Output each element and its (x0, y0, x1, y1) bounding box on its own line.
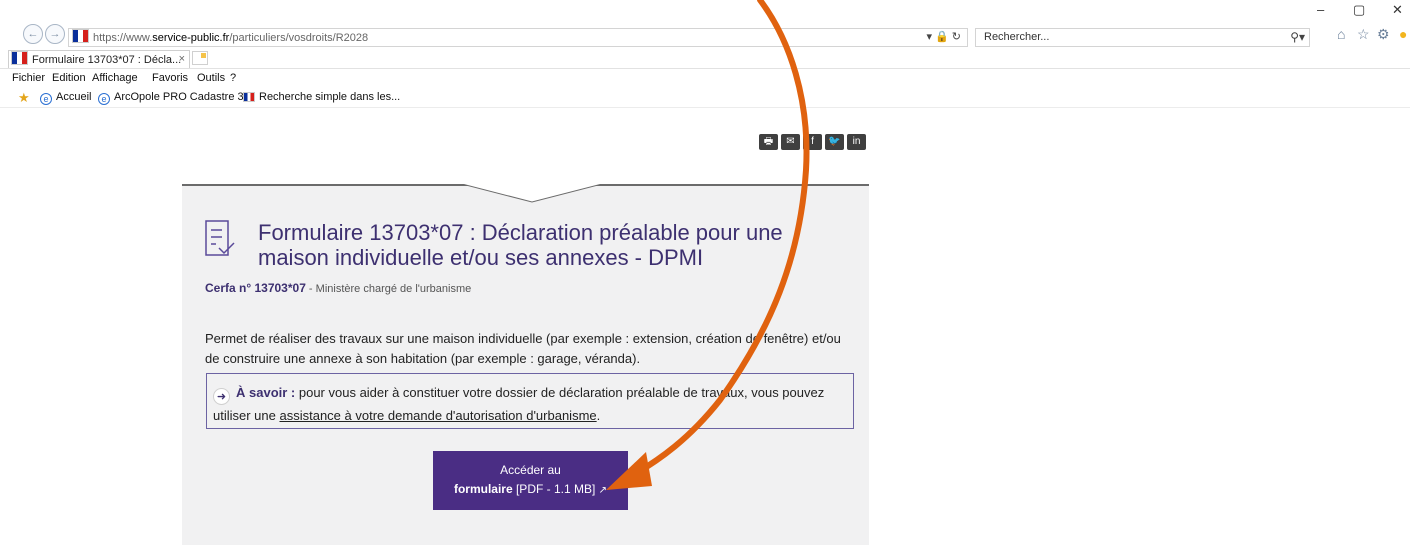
ministry-label: Ministère chargé de l'urbanisme (315, 283, 472, 295)
menu-favoris[interactable]: Favoris (152, 72, 188, 84)
menu-affichage[interactable]: Affichage (92, 72, 138, 84)
info-box: ➜ À savoir : pour vous aider à constituer… (206, 373, 854, 429)
info-box-label: À savoir : (236, 385, 296, 400)
info-box-end: . (596, 408, 601, 423)
menu-help[interactable]: ? (230, 72, 236, 84)
ie-page-icon: e (40, 93, 52, 105)
fav-item-arcopole[interactable]: e ArcOpole PRO Cadastre 3.3 (98, 91, 253, 105)
site-favicon-icon (72, 29, 89, 43)
tab-bar: Formulaire 13703*07 : Décla... × (0, 48, 1410, 69)
facebook-icon[interactable]: f (803, 134, 822, 150)
email-icon[interactable]: ✉ (781, 134, 800, 150)
home-icon[interactable]: ⌂ (1337, 26, 1345, 42)
menu-outils[interactable]: Outils (197, 72, 225, 84)
maximize-button[interactable]: ▢ (1353, 2, 1365, 18)
url-path: /particuliers/vosdroits/R2028 (229, 32, 369, 44)
cta-meta: [PDF - 1.1 MB] (512, 482, 599, 496)
minimize-button[interactable]: – (1317, 2, 1324, 17)
url-domain: service-public.fr (152, 32, 230, 44)
cerfa-separator: - (305, 283, 316, 295)
tab-close-icon[interactable]: × (179, 51, 185, 68)
browser-toolbar: – ▢ ✕ ← → https://www.service-public.fr/… (0, 0, 1410, 47)
menu-bar: Fichier Edition Affichage Favoris Outils… (0, 69, 1410, 87)
menu-edition[interactable]: Edition (52, 72, 86, 84)
twitter-icon[interactable]: 🐦 (825, 134, 844, 150)
cerfa-number: Cerfa n° 13703*07 (205, 281, 306, 295)
search-icon[interactable]: ⚲▾ (1290, 29, 1305, 46)
tab-favicon-icon (11, 51, 28, 65)
cerfa-line: Cerfa n° 13703*07 - Ministère chargé de … (205, 281, 471, 295)
search-placeholder: Rechercher... (984, 31, 1050, 43)
tab-title: Formulaire 13703*07 : Décla... (32, 54, 182, 66)
external-link-icon: ↗ (598, 485, 608, 496)
fav-label: Recherche simple dans les... (259, 91, 401, 103)
print-icon[interactable]: 🖶 (759, 134, 778, 150)
form-description: Permet de réaliser des travaux sur une m… (205, 331, 841, 366)
favorites-bar: ★ e Accueil e ArcOpole PRO Cadastre 3.3 Re… (0, 87, 1410, 108)
fav-item-recherche[interactable]: Recherche simple dans les... (243, 91, 400, 103)
urbanism-assistance-link[interactable]: assistance à votre demande d'autorisatio… (279, 408, 596, 423)
close-window-button[interactable]: ✕ (1392, 2, 1403, 18)
gear-icon[interactable]: ⚙ (1377, 26, 1390, 43)
fav-item-accueil[interactable]: e Accueil (40, 91, 91, 105)
linkedin-icon[interactable]: in (847, 134, 866, 150)
tab-active[interactable]: Formulaire 13703*07 : Décla... × (8, 50, 190, 68)
search-input[interactable]: Rechercher... ⚲▾ (975, 28, 1310, 47)
flag-icon (243, 92, 255, 102)
back-icon[interactable]: ← (23, 24, 43, 44)
chevron-down-icon (462, 184, 602, 203)
menu-fichier[interactable]: Fichier (12, 72, 45, 84)
new-tab-button[interactable] (192, 51, 208, 65)
info-box-text: ➜ À savoir : pour vous aider à constituer… (213, 382, 849, 426)
smiley-icon[interactable]: ● (1399, 26, 1407, 42)
forward-icon[interactable]: → (45, 24, 65, 44)
favorites-add-icon[interactable]: ★ (18, 90, 30, 106)
arrow-right-icon: ➜ (213, 388, 230, 405)
url-actions-icon[interactable]: ▾ 🔒 ↻ (926, 29, 961, 46)
url-prefix: https://www. (93, 32, 153, 44)
favorites-star-icon[interactable]: ☆ (1357, 26, 1370, 43)
address-bar[interactable]: https://www.service-public.fr/particulie… (68, 28, 968, 47)
page-title: Formulaire 13703*07 : Déclaration préala… (258, 220, 783, 270)
access-form-button[interactable]: Accéder au formulaire [PDF - 1.1 MB] ↗ (433, 451, 628, 510)
cta-bold: formulaire (453, 482, 513, 496)
fav-label: ArcOpole PRO Cadastre 3.3 (114, 91, 253, 103)
form-document-icon (205, 220, 235, 256)
cta-line-1: Accéder au (500, 463, 561, 477)
ie-page-icon: e (98, 93, 110, 105)
fav-label: Accueil (56, 91, 92, 103)
